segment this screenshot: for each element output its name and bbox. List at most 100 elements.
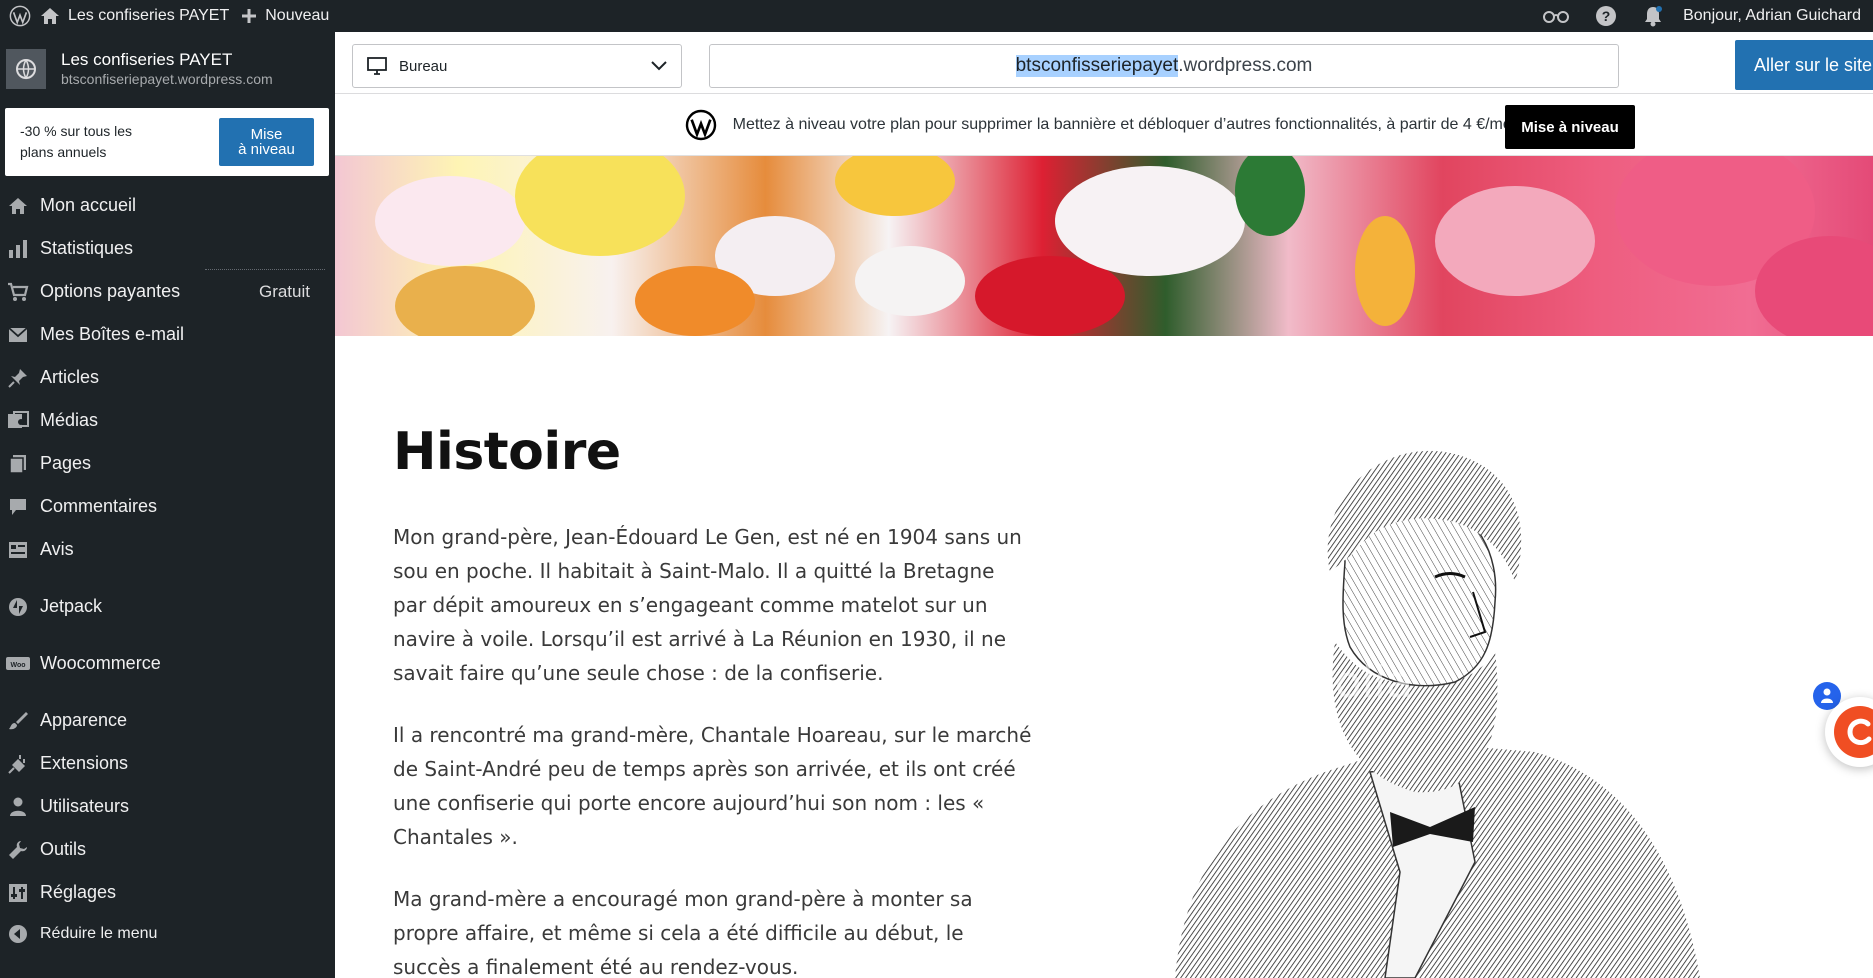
promo-text: -30 % sur tous les plans annuels <box>20 123 133 160</box>
page-content: Histoire Mon grand-père, Jean-Édouard Le… <box>393 422 1033 978</box>
menu-item-statistiques[interactable]: Statistiques <box>0 227 335 270</box>
settings-icon <box>6 881 30 905</box>
banner-text: Mettez à niveau votre plan pour supprime… <box>732 115 1524 133</box>
wrench-icon <box>6 838 30 862</box>
user-icon <box>6 795 30 819</box>
svg-text:Woo: Woo <box>10 662 25 669</box>
woo-icon: Woo <box>6 652 30 676</box>
menu-item-mes-boites-email[interactable]: Mes Boîtes e-mail <box>0 313 335 356</box>
upgrade-banner: Mettez à niveau votre plan pour supprime… <box>335 94 1873 156</box>
url-domain-text: .wordpress.com <box>1178 55 1313 76</box>
plugin-icon <box>6 752 30 776</box>
banner-upgrade-button[interactable]: Mise à niveau <box>1505 105 1635 149</box>
site-preview: Bureau btsconfisseriepayet .wordpress.com… <box>335 32 1873 978</box>
menu-item-apparence[interactable]: Apparence <box>0 699 335 742</box>
promo-button-line2: à niveau <box>238 141 295 158</box>
menu-item-avis[interactable]: Avis <box>0 528 335 571</box>
promo-card: -30 % sur tous les plans annuels Mise à n… <box>5 108 329 176</box>
menu-item-outils[interactable]: Outils <box>0 828 335 871</box>
mail-icon <box>6 323 30 347</box>
pin-icon <box>6 366 30 390</box>
svg-text:?: ? <box>1602 8 1611 24</box>
wordpress-logo-icon <box>685 109 717 141</box>
menu-item-options-payantes[interactable]: Options payantes Gratuit <box>0 270 335 313</box>
help-icon[interactable]: ? <box>1595 0 1643 32</box>
desktop-icon <box>367 57 387 75</box>
collapse-arrow-icon <box>6 922 30 946</box>
menu-label: Mon accueil <box>40 195 137 215</box>
visit-site-button[interactable]: Aller sur le site <box>1735 40 1873 90</box>
new-label: Nouveau <box>265 7 330 24</box>
menu-label: Avis <box>40 539 74 559</box>
brush-icon <box>6 709 30 733</box>
menu-label: Extensions <box>40 753 129 773</box>
plan-badge: Gratuit <box>258 281 310 301</box>
media-icon <box>6 409 30 433</box>
wordpress-logo-icon[interactable] <box>0 0 40 32</box>
menu-label: Commentaires <box>40 496 158 516</box>
preview-toolbar: Bureau btsconfisseriepayet .wordpress.com… <box>335 32 1873 94</box>
paragraph: Ma grand-mère a encouragé mon grand-père… <box>393 887 973 978</box>
comment-icon <box>6 495 30 519</box>
watermark-text: fotolia <box>1275 657 1413 708</box>
menu-label: Options payantes <box>40 281 181 301</box>
site-url: btsconfiseriepayet.wordpress.com <box>61 71 273 87</box>
paragraph: Mon grand-père, Jean-Édouard Le Gen, est… <box>393 525 1022 685</box>
account-greeting[interactable]: Bonjour, Adrian Guichard <box>1683 0 1873 32</box>
menu-item-jetpack[interactable]: Jetpack <box>0 585 335 628</box>
menu-item-pages[interactable]: Pages <box>0 442 335 485</box>
menu-label: Jetpack <box>40 596 103 616</box>
menu-label: Outils <box>40 839 87 859</box>
menu-item-extensions[interactable]: Extensions <box>0 742 335 785</box>
menu-item-reglages[interactable]: Réglages <box>0 871 335 914</box>
device-select[interactable]: Bureau <box>352 44 682 88</box>
page-title: Histoire <box>393 422 621 482</box>
menu-item-medias[interactable]: Médias <box>0 399 335 442</box>
notifications-bell-icon[interactable] <box>1643 0 1683 32</box>
header-candy-image <box>335 156 1873 336</box>
pages-icon <box>6 452 30 476</box>
admin-bar-right: ? Bonjour, Adrian Guichard <box>1541 0 1873 32</box>
collapse-menu-button[interactable]: Réduire le menu <box>0 914 335 954</box>
site-globe-icon <box>6 49 46 89</box>
portrait-engraving-image: fotolia <box>1155 442 1715 978</box>
menu-label: Articles <box>40 367 100 387</box>
menu-item-articles[interactable]: Articles <box>0 356 335 399</box>
feedback-icon <box>6 538 30 562</box>
cart-icon <box>6 280 30 304</box>
plus-icon <box>241 8 257 24</box>
chevron-down-icon <box>651 58 667 75</box>
home-icon <box>6 194 30 218</box>
new-content-link[interactable]: Nouveau <box>241 0 341 32</box>
url-field[interactable]: btsconfisseriepayet .wordpress.com <box>709 44 1619 88</box>
admin-bar: Les confiseries PAYET Nouveau ? Bonjour,… <box>0 0 1873 32</box>
menu-item-commentaires[interactable]: Commentaires <box>0 485 335 528</box>
device-label: Bureau <box>399 57 448 75</box>
menu-label: Utilisateurs <box>40 796 130 816</box>
site-header[interactable]: Les confiseries PAYET btsconfiseriepayet… <box>0 32 335 100</box>
menu-label: Médias <box>40 410 99 430</box>
collapse-label: Réduire le menu <box>40 925 158 942</box>
menu-label: Pages <box>40 453 92 473</box>
promo-upgrade-button[interactable]: Mise à niveau <box>219 118 314 166</box>
menu-item-utilisateurs[interactable]: Utilisateurs <box>0 785 335 828</box>
menu-label: Réglages <box>40 882 117 902</box>
site-title: Les confiseries PAYET <box>68 7 230 24</box>
admin-menu: Mon accueil Statistiques Options payante… <box>0 184 335 954</box>
menu-item-woocommerce[interactable]: Woo Woocommerce <box>0 642 335 685</box>
paragraph: Il a rencontré ma grand-mère, Chantale H… <box>393 723 1032 849</box>
menu-label: Statistiques <box>40 238 134 258</box>
assistant-widget-icon[interactable] <box>1825 697 1873 767</box>
site-name: Les confiseries PAYET <box>61 50 233 69</box>
menu-label: Apparence <box>40 710 128 730</box>
jetpack-icon <box>6 595 30 619</box>
menu-label: Mes Boîtes e-mail <box>40 324 185 344</box>
site-title-link[interactable]: Les confiseries PAYET <box>40 0 241 32</box>
menu-label: Woocommerce <box>40 653 161 673</box>
reader-icon[interactable] <box>1541 0 1595 32</box>
url-selected-text: btsconfisseriepayet <box>1015 55 1179 77</box>
home-icon <box>40 7 60 25</box>
admin-sidebar: Les confiseries PAYET btsconfiseriepayet… <box>0 32 335 978</box>
stats-icon <box>6 237 30 261</box>
menu-item-mon-accueil[interactable]: Mon accueil <box>0 184 335 227</box>
